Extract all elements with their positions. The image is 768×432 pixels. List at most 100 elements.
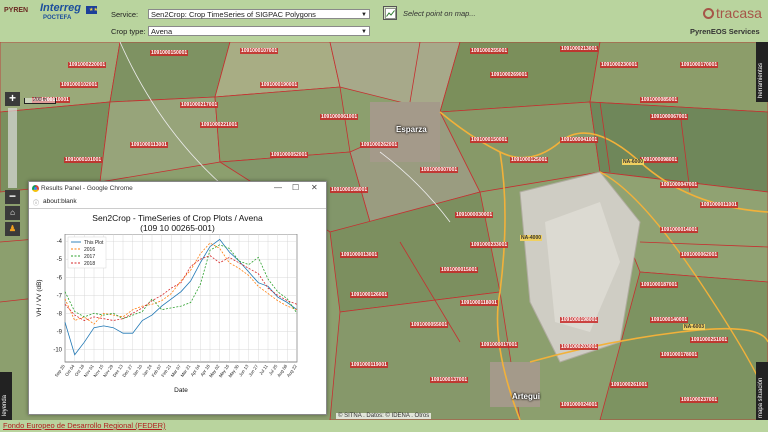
- person-icon[interactable]: ♟: [5, 222, 20, 236]
- plot-label[interactable]: 1091000030001: [455, 212, 494, 218]
- overview-map-tab[interactable]: mapa situación: [756, 362, 768, 420]
- plot-label[interactable]: 1091000221001: [200, 122, 239, 128]
- home-icon[interactable]: ⌂: [5, 206, 20, 220]
- plot-label[interactable]: 1091000125001: [510, 157, 549, 163]
- eu-flag-icon: ★★: [86, 6, 98, 14]
- plot-label[interactable]: 1091000187001: [640, 282, 679, 288]
- top-toolbar: PYREN Interreg POCTEFA ★★ Service: Sen2C…: [0, 0, 768, 42]
- pyren-logo: PYREN: [4, 7, 29, 14]
- legend-tab-label: leyenda: [2, 394, 8, 416]
- legend-label: 2016: [84, 247, 95, 253]
- plot-label[interactable]: 1091000126001: [350, 292, 389, 298]
- plot-label[interactable]: 1091000118001: [460, 300, 498, 306]
- plot-label[interactable]: 1091000119001: [350, 362, 388, 368]
- brand-name: tracasa: [716, 5, 762, 21]
- legend-tab[interactable]: leyenda: [0, 372, 12, 420]
- select-point-button[interactable]: [383, 6, 397, 20]
- plot-label[interactable]: 1091000101001: [64, 157, 103, 163]
- timeseries-chart: -4-5-6-7-8-9-10Sep 20Oct 04Oct 18Nov 01N…: [36, 234, 298, 394]
- plot-label[interactable]: 1091000107001: [240, 48, 279, 54]
- zoom-in-button[interactable]: +: [5, 92, 20, 106]
- x-tick-label: May 30: [227, 363, 240, 378]
- plot-label[interactable]: 1091000041001: [560, 137, 599, 143]
- plot-label[interactable]: 1091000055001: [410, 322, 449, 328]
- zoom-control: + − ⌂ ♟: [5, 92, 20, 242]
- window-titlebar[interactable]: Results Panel - Google Chrome — ☐ ✕: [29, 182, 326, 198]
- zoom-slider[interactable]: [8, 108, 17, 188]
- chart-icon: [385, 8, 396, 19]
- plot-label[interactable]: 1091000262001: [360, 142, 399, 148]
- map-attribution[interactable]: © SITNA . Datos: © IDENA . Otros: [336, 413, 432, 419]
- legend-label: This Plot: [84, 240, 104, 246]
- plot-label[interactable]: 1091000061001: [320, 114, 359, 120]
- service-select[interactable]: Sen2Crop: Crop TimeSeries of SIGPAC Poly…: [148, 9, 370, 19]
- plot-label[interactable]: 1091000261001: [610, 382, 649, 388]
- plot-label[interactable]: 1091000013001: [340, 252, 379, 258]
- results-panel-window[interactable]: Results Panel - Google Chrome — ☐ ✕ ⓘ ab…: [28, 181, 327, 415]
- interreg-logo: Interreg: [40, 2, 81, 14]
- plot-label[interactable]: 1091000251001: [690, 337, 729, 343]
- y-tick-label: -5: [57, 257, 63, 263]
- y-tick-label: -4: [57, 239, 63, 245]
- plot-label[interactable]: 1091000014001: [660, 227, 699, 233]
- x-axis-label: Date: [174, 387, 188, 394]
- feder-link[interactable]: Fondo Europeo de Desarrollo Regional (FE…: [3, 421, 166, 430]
- croptype-select[interactable]: Avena ▼: [148, 26, 370, 36]
- plot-label[interactable]: 1091000269001: [490, 72, 529, 78]
- plot-label[interactable]: 1091000140001: [650, 317, 689, 323]
- y-tick-label: -6: [57, 275, 63, 281]
- plot-label[interactable]: 1091000203001: [560, 344, 599, 350]
- chart-title-line2: (109 10 00265-001): [140, 223, 215, 233]
- plot-label[interactable]: 1091000102001: [60, 82, 99, 88]
- y-tick-label: -10: [53, 347, 62, 353]
- plot-label[interactable]: 1091000213001: [560, 46, 599, 52]
- select-point-text[interactable]: Select point on map...: [403, 9, 476, 18]
- service-label: Service:: [111, 10, 139, 19]
- plot-label[interactable]: 1091000047001: [660, 182, 699, 188]
- x-tick-label: Aug 22: [286, 363, 298, 378]
- footer: Fondo Europeo de Desarrollo Regional (FE…: [0, 420, 768, 432]
- plot-label[interactable]: 1091000178001: [660, 352, 699, 358]
- minimize-icon[interactable]: —: [274, 183, 282, 192]
- plot-label[interactable]: 1091000217001: [180, 102, 219, 108]
- plot-label[interactable]: 1091000113001: [130, 142, 168, 148]
- poctefa-logo: POCTEFA: [43, 15, 72, 21]
- tools-tab[interactable]: herramientas: [756, 42, 768, 102]
- address-url[interactable]: about:blank: [43, 198, 77, 205]
- plot-label[interactable]: 1091000052001: [270, 152, 309, 158]
- plot-label[interactable]: 1091000150001: [150, 50, 189, 56]
- y-axis-label: VH / VV (dB): [36, 279, 43, 316]
- plot-label[interactable]: 1091000015001: [440, 267, 479, 273]
- plot-label[interactable]: 1091000098001: [640, 157, 679, 163]
- plot-label[interactable]: 1091000007001: [420, 167, 459, 173]
- plot-label[interactable]: 1091000067001: [650, 114, 689, 120]
- address-bar[interactable]: ⓘ about:blank: [29, 197, 326, 209]
- plot-label[interactable]: 1091000255001: [470, 48, 509, 54]
- plot-label[interactable]: 1091000198001: [560, 317, 599, 323]
- service-select-value: Sen2Crop: Crop TimeSeries of SIGPAC Poly…: [151, 10, 316, 19]
- road-label: NA-4000: [520, 235, 543, 241]
- plot-label[interactable]: 1091000168001: [330, 187, 369, 193]
- plot-label[interactable]: 1091000233001: [470, 242, 509, 248]
- plot-label[interactable]: 1091000170001: [680, 62, 719, 68]
- plot-label[interactable]: 1091000237001: [680, 397, 719, 403]
- plot-label[interactable]: 1091000024001: [560, 402, 599, 408]
- plot-label[interactable]: 1091000062001: [680, 252, 719, 258]
- plot-label[interactable]: 1091000150001: [470, 137, 509, 143]
- tracasa-logo-icon: [703, 8, 714, 19]
- plot-label[interactable]: 1091000220001: [68, 62, 107, 68]
- plot-label[interactable]: 1091000137001: [430, 377, 469, 383]
- legend-label: 2017: [84, 254, 95, 260]
- close-icon[interactable]: ✕: [311, 183, 318, 192]
- road-label: NA-6000: [622, 159, 645, 165]
- zoom-out-button[interactable]: −: [5, 190, 20, 204]
- plot-label[interactable]: 1091000017001: [480, 342, 519, 348]
- plot-label[interactable]: 1091000230001: [600, 62, 639, 68]
- chevron-down-icon: ▼: [361, 12, 367, 18]
- chrome-icon: [32, 185, 39, 192]
- croptype-select-value: Avena: [151, 27, 173, 36]
- plot-label[interactable]: 1091000190001: [260, 82, 299, 88]
- maximize-icon[interactable]: ☐: [292, 183, 299, 192]
- plot-label[interactable]: 1091000085001: [640, 97, 679, 103]
- plot-label[interactable]: 1091000011001: [700, 202, 738, 208]
